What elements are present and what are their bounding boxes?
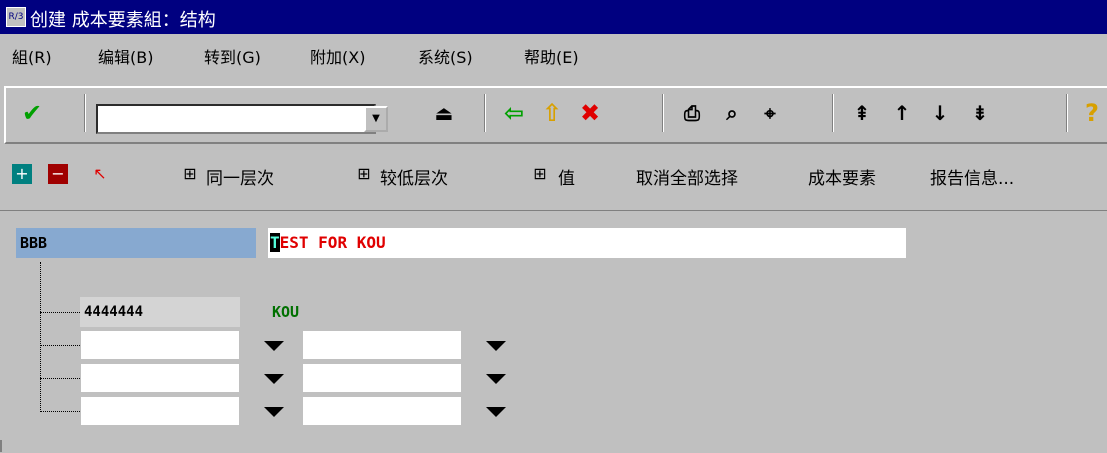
command-dropdown-icon[interactable]: ▼ [364, 106, 388, 132]
next-page-icon[interactable]: ↓ [926, 98, 954, 128]
toolbar-separator [832, 94, 834, 132]
back-arrow-icon[interactable]: ⇦ [500, 98, 528, 128]
tree-connector [40, 378, 80, 379]
save-icon[interactable]: ⏏ [430, 98, 458, 128]
cost-element-from-input[interactable] [80, 363, 240, 393]
tree-connector [40, 262, 41, 412]
dropdown-arrow-icon[interactable] [264, 407, 284, 417]
enter-check-icon[interactable]: ✔ [18, 98, 46, 128]
last-page-icon[interactable]: ⇟ [966, 98, 994, 128]
menu-help[interactable]: 帮助(E) [524, 44, 579, 68]
title-bar: R/3 创建 成本要素組：结构 [0, 0, 1107, 34]
cancel-x-icon[interactable]: ✖ [576, 98, 604, 128]
value-button[interactable]: 值 [558, 164, 575, 189]
report-info-button[interactable]: 报告信息... [930, 164, 1014, 189]
menu-group[interactable]: 組(R) [12, 44, 52, 68]
dropdown-arrow-icon[interactable] [486, 374, 506, 384]
find-next-icon[interactable]: ⌖ [756, 98, 784, 128]
dropdown-arrow-icon[interactable] [264, 374, 284, 384]
menu-goto[interactable]: 转到(G) [204, 44, 261, 68]
system-menu-icon[interactable]: R/3 [6, 7, 26, 27]
first-page-icon[interactable]: ⇞ [848, 98, 876, 128]
window-title: 创建 成本要素組：结构 [30, 10, 216, 31]
dropdown-arrow-icon[interactable] [486, 407, 506, 417]
previous-page-icon[interactable]: ↑ [888, 98, 916, 128]
menu-extras[interactable]: 附加(X) [310, 44, 365, 68]
command-field[interactable] [96, 104, 376, 134]
find-icon[interactable]: ⌕ [718, 98, 746, 128]
root-node-description-field[interactable]: TEST FOR KOU [268, 228, 906, 258]
dropdown-arrow-icon[interactable] [486, 341, 506, 351]
toolbar-separator [84, 94, 86, 132]
cost-element-to-input[interactable] [302, 363, 462, 393]
cost-element-button[interactable]: 成本要素 [808, 164, 876, 189]
cost-element-to-input[interactable] [302, 396, 462, 426]
menu-edit[interactable]: 编辑(B) [98, 44, 153, 68]
child-node-description: KOU [272, 303, 300, 321]
tree-connector [40, 312, 80, 313]
cost-element-from-input[interactable] [80, 396, 240, 426]
hierarchy-icon: ⊞ [357, 164, 371, 183]
window-edge [0, 440, 12, 452]
text-cursor: T [270, 233, 280, 252]
deselect-all-button[interactable]: 取消全部选择 [636, 164, 738, 189]
root-description-text: EST FOR KOU [279, 233, 386, 252]
child-node-name[interactable]: 4444444 [80, 297, 240, 327]
print-icon[interactable]: ⎙ [678, 98, 706, 128]
menu-system[interactable]: 系统(S) [418, 44, 473, 68]
toolbar-separator [484, 94, 486, 132]
dropdown-arrow-icon[interactable] [264, 341, 284, 351]
same-level-button[interactable]: 同一层次 [206, 164, 274, 189]
select-cursor-icon[interactable]: ↖ [90, 164, 110, 184]
hierarchy-icon: ⊞ [183, 164, 197, 183]
expand-subtree-icon[interactable]: + [12, 164, 32, 184]
tree-connector [40, 411, 80, 412]
hierarchy-icon: ⊞ [533, 164, 547, 183]
standard-toolbar: ✔ ▼ ⏏ ⇦ ⇧ ✖ ⎙ ⌕ ⌖ ⇞ ↑ ↓ ⇟ ? [4, 86, 1107, 144]
lower-level-button[interactable]: 较低层次 [380, 164, 448, 189]
cost-element-from-input[interactable] [80, 330, 240, 360]
collapse-subtree-icon[interactable]: − [48, 164, 68, 184]
cost-element-to-input[interactable] [302, 330, 462, 360]
application-toolbar: + − ↖ ⊞ 同一层次 ⊞ 较低层次 ⊞ 值 取消全部选择 成本要素 报告信息… [0, 150, 1107, 198]
root-node-name[interactable]: BBB [16, 228, 256, 258]
toolbar-separator [662, 94, 664, 132]
help-icon[interactable]: ? [1078, 98, 1106, 128]
toolbar-separator [1066, 94, 1068, 132]
exit-up-icon[interactable]: ⇧ [538, 98, 566, 128]
menu-bar: 組(R) 编辑(B) 转到(G) 附加(X) 系统(S) 帮助(E) [0, 36, 1107, 72]
tree-connector [40, 345, 80, 346]
